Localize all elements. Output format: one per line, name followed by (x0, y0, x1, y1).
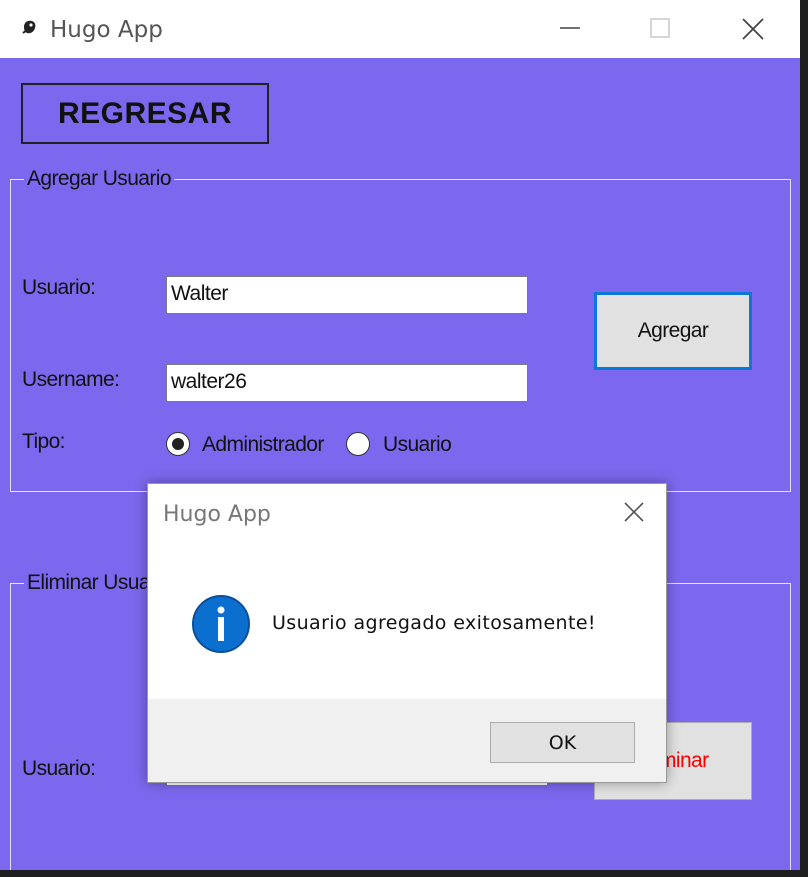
radio-administrador-label[interactable]: Administrador (202, 433, 324, 457)
dialog-message: Usuario agregado exitosamente! (272, 612, 596, 634)
app-window: Hugo App REGRESAR Agregar Usuario Usuari… (0, 0, 800, 870)
delete-usuario-label: Usuario: (22, 757, 96, 780)
info-icon (192, 595, 250, 653)
maximize-icon (650, 18, 670, 38)
username-input[interactable]: walter26 (166, 364, 528, 402)
ok-button[interactable]: OK (490, 722, 635, 763)
close-icon (742, 18, 764, 40)
radio-administrador[interactable] (166, 432, 190, 456)
app-logo-icon (22, 20, 36, 34)
dialog-footer: OK (148, 699, 666, 782)
dialog-close-icon[interactable] (622, 500, 646, 524)
radio-selected-dot (172, 438, 184, 450)
add-user-legend: Agregar Usuario (24, 167, 174, 191)
radio-usuario-label[interactable]: Usuario (383, 433, 452, 457)
radio-usuario[interactable] (346, 432, 370, 456)
maximize-button[interactable] (616, 0, 706, 58)
close-button[interactable] (708, 0, 798, 58)
window-title: Hugo App (50, 17, 163, 43)
minimize-icon (560, 27, 580, 29)
minimize-button[interactable] (526, 0, 616, 58)
title-bar: Hugo App (0, 0, 800, 58)
tipo-label: Tipo: (22, 430, 66, 453)
regresar-button[interactable]: REGRESAR (21, 83, 269, 144)
usuario-input[interactable]: Walter (166, 276, 528, 314)
message-dialog: Hugo App Usuario agregado exitosamente! … (147, 483, 667, 783)
usuario-label: Usuario: (22, 276, 96, 299)
username-label: Username: (22, 368, 120, 391)
dialog-title: Hugo App (163, 502, 271, 527)
agregar-button[interactable]: Agregar (594, 292, 752, 370)
